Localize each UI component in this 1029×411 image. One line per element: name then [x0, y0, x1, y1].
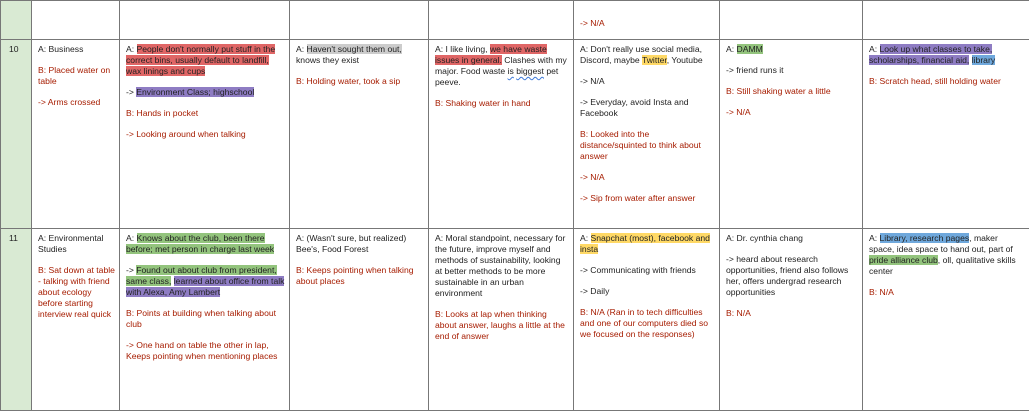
row-number-cell[interactable] — [1, 1, 32, 40]
spellcheck-underline: is — [508, 66, 514, 76]
answer-text: A: Knows about the club, been there befo… — [126, 233, 285, 255]
answer-text: A: Environmental Studies — [38, 233, 115, 255]
highlight-blue: Library, research pages — [880, 233, 970, 243]
answer-text: A: Dr. cynthia chang — [726, 233, 858, 244]
followup-text: -> Communicating with friends — [580, 265, 715, 276]
table-cell[interactable]: A: Library, research pages, maker space,… — [863, 229, 1029, 411]
observation-text: -> Looking around when talking — [126, 129, 285, 140]
observation-text: B: Placed water on table — [38, 65, 115, 87]
table-cell[interactable]: A: Look up what classes to take, scholar… — [863, 40, 1029, 229]
table-cell[interactable]: A: Haven't sought them out, knows they e… — [290, 40, 429, 229]
observation-text: B: Points at building when talking about… — [126, 308, 285, 330]
observation-text: B: Looks at lap when thinking about answ… — [435, 309, 569, 342]
table-cell[interactable] — [863, 1, 1029, 40]
observation-text: B: Keeps pointing when talking about pla… — [296, 265, 424, 287]
table-row: 10 A: Business B: Placed water on table … — [1, 40, 1029, 229]
row-number-cell[interactable]: 11 — [1, 229, 32, 411]
answer-text: A: Library, research pages, maker space,… — [869, 233, 1025, 277]
table-row: 11 A: Environmental Studies B: Sat down … — [1, 229, 1029, 411]
table-cell[interactable] — [32, 1, 120, 40]
answer-text: A: (Wasn't sure, but realized) Bee's, Fo… — [296, 233, 424, 255]
observation-text: B: Scratch head, still holding water — [869, 76, 1025, 87]
observation-text: B: Holding water, took a sip — [296, 76, 424, 87]
observation-text: -> N/A — [580, 172, 715, 183]
table-cell[interactable]: A: Environmental Studies B: Sat down at … — [32, 229, 120, 411]
answer-text: A: DAMM — [726, 44, 858, 55]
answer-text: A: Look up what classes to take, scholar… — [869, 44, 1025, 66]
answer-text: A: Business — [38, 44, 115, 55]
answer-text: A: People don't normally put stuff in th… — [126, 44, 285, 77]
table-cell[interactable] — [120, 1, 290, 40]
answer-text: A: Don't really use social media, Discor… — [580, 44, 715, 66]
followup-text: -> Everyday, avoid Insta and Facebook — [580, 97, 715, 119]
followup-text: -> friend runs it — [726, 65, 858, 76]
followup-text: -> Environment Class; highschool — [126, 87, 285, 98]
highlight-yellow: Twitter — [642, 55, 667, 65]
highlight-green: DAMM — [737, 44, 763, 54]
observation-text: -> Arms crossed — [38, 97, 115, 108]
table-cell[interactable]: A: Business B: Placed water on table -> … — [32, 40, 120, 229]
interview-notes-table: -> N/A 10 A: Business B: Placed water on… — [0, 0, 1029, 411]
table-cell[interactable]: A: Knows about the club, been there befo… — [120, 229, 290, 411]
followup-text: -> Daily — [580, 286, 715, 297]
highlight-yellow: Snapchat (most), facebook and insta — [580, 233, 710, 254]
followup-text: -> Found out about club from president, … — [126, 265, 285, 298]
observation-text: B: N/A (Ran in to tech difficulties and … — [580, 307, 715, 340]
answer-text: A: Moral standpoint, necessary for the f… — [435, 233, 569, 299]
highlight-purple: Environment Class; highschool — [136, 87, 254, 97]
observation-text: B: Sat down at table - talking with frie… — [38, 265, 115, 320]
highlight-green: Knows about the club, been there before;… — [126, 233, 274, 254]
table-cell[interactable]: A: Don't really use social media, Discor… — [574, 40, 720, 229]
table-cell[interactable]: A: Dr. cynthia chang -> heard about rese… — [720, 229, 863, 411]
answer-text: A: Snapchat (most), facebook and insta — [580, 233, 715, 255]
observation-text: B: N/A — [726, 308, 858, 319]
row-number: 11 — [9, 233, 18, 243]
table-cell[interactable]: A: DAMM -> friend runs it B: Still shaki… — [720, 40, 863, 229]
answer-text: A: Haven't sought them out, knows they e… — [296, 44, 424, 66]
answer-text: A: I like living, we have waste issues i… — [435, 44, 569, 88]
table-cell[interactable]: -> N/A — [574, 1, 720, 40]
observation-text: -> N/A — [726, 107, 858, 118]
highlight-blue: library — [972, 55, 995, 65]
highlight-green: pride alliance club — [869, 255, 938, 265]
table-row: -> N/A — [1, 1, 1029, 40]
observation-text: B: Hands in pocket — [126, 108, 285, 119]
observation-text: B: Looked into the distance/squinted to … — [580, 129, 715, 162]
highlight-red: People don't normally put stuff in the c… — [126, 44, 275, 76]
followup-text: -> heard about research opportunities, f… — [726, 254, 858, 298]
table-cell[interactable]: A: (Wasn't sure, but realized) Bee's, Fo… — [290, 229, 429, 411]
table-cell[interactable] — [290, 1, 429, 40]
table-cell[interactable] — [720, 1, 863, 40]
spellcheck-underline: biggest — [516, 66, 544, 76]
observation-text: B: N/A — [869, 287, 1025, 298]
row-number: 10 — [9, 44, 19, 54]
observation-text: -> One hand on table the other in lap, K… — [126, 340, 285, 362]
observation-text: B: Shaking water in hand — [435, 98, 569, 109]
table-cell[interactable]: A: Snapchat (most), facebook and insta -… — [574, 229, 720, 411]
table-cell[interactable] — [429, 1, 574, 40]
table-cell[interactable]: A: I like living, we have waste issues i… — [429, 40, 574, 229]
cell-text: -> N/A — [580, 18, 715, 29]
highlight-gray: Haven't sought them out, — [307, 44, 402, 54]
table-cell[interactable]: A: Moral standpoint, necessary for the f… — [429, 229, 574, 411]
observation-text: B: Still shaking water a little — [726, 86, 858, 97]
observation-text: -> Sip from water after answer — [580, 193, 715, 204]
followup-text: -> N/A — [580, 76, 715, 87]
table-cell[interactable]: A: People don't normally put stuff in th… — [120, 40, 290, 229]
row-number-cell[interactable]: 10 — [1, 40, 32, 229]
